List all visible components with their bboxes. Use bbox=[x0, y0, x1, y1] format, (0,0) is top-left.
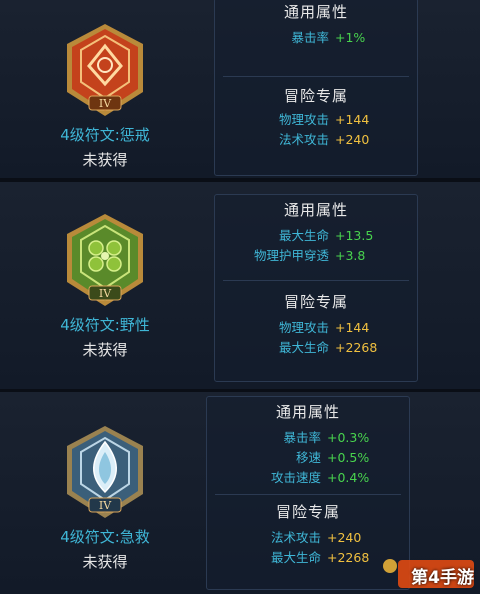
attr-value: +240 bbox=[335, 132, 370, 147]
badge-level-label: IV bbox=[99, 287, 112, 300]
attr-row: 物理攻击 +144 bbox=[215, 110, 417, 130]
watermark-text: 第4手游 bbox=[411, 568, 474, 588]
attr-label: 最大生命 bbox=[278, 340, 329, 355]
attr-row: 攻击速度 +0.4% bbox=[207, 468, 409, 488]
attr-label: 暴击率 bbox=[283, 430, 321, 445]
attr-value: +0.4% bbox=[327, 470, 370, 485]
rune-status: 未获得 bbox=[82, 553, 128, 571]
attr-row: 物理攻击 +144 bbox=[215, 318, 417, 338]
common-attr-title: 通用属性 bbox=[283, 3, 348, 21]
attr-label: 法术攻击 bbox=[278, 132, 329, 147]
attr-row: 法术攻击 +240 bbox=[215, 130, 417, 150]
panel-divider bbox=[223, 76, 409, 77]
adventure-attr-title: 冒险专属 bbox=[283, 293, 348, 311]
attribute-panel: 通用属性 暴击率 +1% 冒险专属 物理攻击 +144 法术攻击 +240 bbox=[214, 0, 418, 176]
attr-row: 最大生命 +2268 bbox=[215, 338, 417, 358]
rune-punish-badge-icon: IV bbox=[67, 24, 143, 116]
attribute-panel: 通用属性 最大生命 +13.5 物理护甲穿透 +3.8 冒险专属 物理攻击 +1… bbox=[214, 194, 418, 382]
rune-wild-badge-icon: IV bbox=[67, 214, 143, 306]
rune-card-wild[interactable]: IV 4级符文:野性 未获得 通用属性 最大生命 +13.5 物理护甲穿透 +3… bbox=[0, 182, 480, 390]
rune-info: IV 4级符文:惩戒 未获得 bbox=[0, 22, 210, 170]
attr-label: 最大生命 bbox=[278, 228, 329, 243]
rune-name: 4级符文:野性 bbox=[60, 316, 150, 334]
attr-row: 法术攻击 +240 bbox=[207, 528, 409, 548]
attr-label: 攻击速度 bbox=[270, 470, 321, 485]
rune-info: IV 4级符文:野性 未获得 bbox=[0, 212, 210, 360]
badge-level-label: IV bbox=[99, 499, 112, 512]
rune-status: 未获得 bbox=[82, 341, 128, 359]
attr-value: +144 bbox=[335, 320, 370, 335]
attr-row: 暴击率 +0.3% bbox=[207, 428, 409, 448]
attr-label: 法术攻击 bbox=[270, 530, 321, 545]
common-attr-title: 通用属性 bbox=[275, 403, 340, 421]
attr-value: +240 bbox=[327, 530, 362, 545]
attr-value: +2268 bbox=[335, 340, 378, 355]
attr-row: 物理护甲穿透 +3.8 bbox=[215, 246, 417, 266]
attr-value: +1% bbox=[335, 30, 366, 45]
rune-status: 未获得 bbox=[82, 151, 128, 169]
attr-row: 暴击率 +1% bbox=[215, 28, 417, 48]
attr-label: 最大生命 bbox=[270, 550, 321, 565]
attr-label: 移速 bbox=[295, 450, 321, 465]
attr-value: +2268 bbox=[327, 550, 370, 565]
attr-label: 暴击率 bbox=[291, 30, 329, 45]
attr-value: +13.5 bbox=[335, 228, 374, 243]
attr-row: 最大生命 +13.5 bbox=[215, 226, 417, 246]
panel-divider bbox=[223, 280, 409, 281]
attr-label: 物理攻击 bbox=[278, 320, 329, 335]
rune-name: 4级符文:惩戒 bbox=[60, 126, 150, 144]
attr-label: 物理攻击 bbox=[278, 112, 329, 127]
rune-firstaid-badge-icon: IV bbox=[67, 426, 143, 518]
attr-row: 移速 +0.5% bbox=[207, 448, 409, 468]
rune-name: 4级符文:急救 bbox=[60, 528, 150, 546]
common-attr-title: 通用属性 bbox=[283, 201, 348, 219]
attr-row: 最大生命 +2268 bbox=[207, 548, 409, 568]
attr-value: +0.5% bbox=[327, 450, 370, 465]
attr-label: 物理护甲穿透 bbox=[253, 248, 329, 263]
rune-card-punish[interactable]: IV 4级符文:惩戒 未获得 通用属性 暴击率 +1% 冒险专属 物理攻击 +1… bbox=[0, 0, 480, 178]
attr-value: +144 bbox=[335, 112, 370, 127]
attr-value: +3.8 bbox=[335, 248, 366, 263]
adventure-attr-title: 冒险专属 bbox=[283, 87, 348, 105]
panel-divider bbox=[215, 494, 401, 495]
badge-level-label: IV bbox=[99, 97, 112, 110]
rune-info: IV 4级符文:急救 未获得 bbox=[0, 424, 210, 572]
attr-value: +0.3% bbox=[327, 430, 370, 445]
adventure-attr-title: 冒险专属 bbox=[275, 503, 340, 521]
